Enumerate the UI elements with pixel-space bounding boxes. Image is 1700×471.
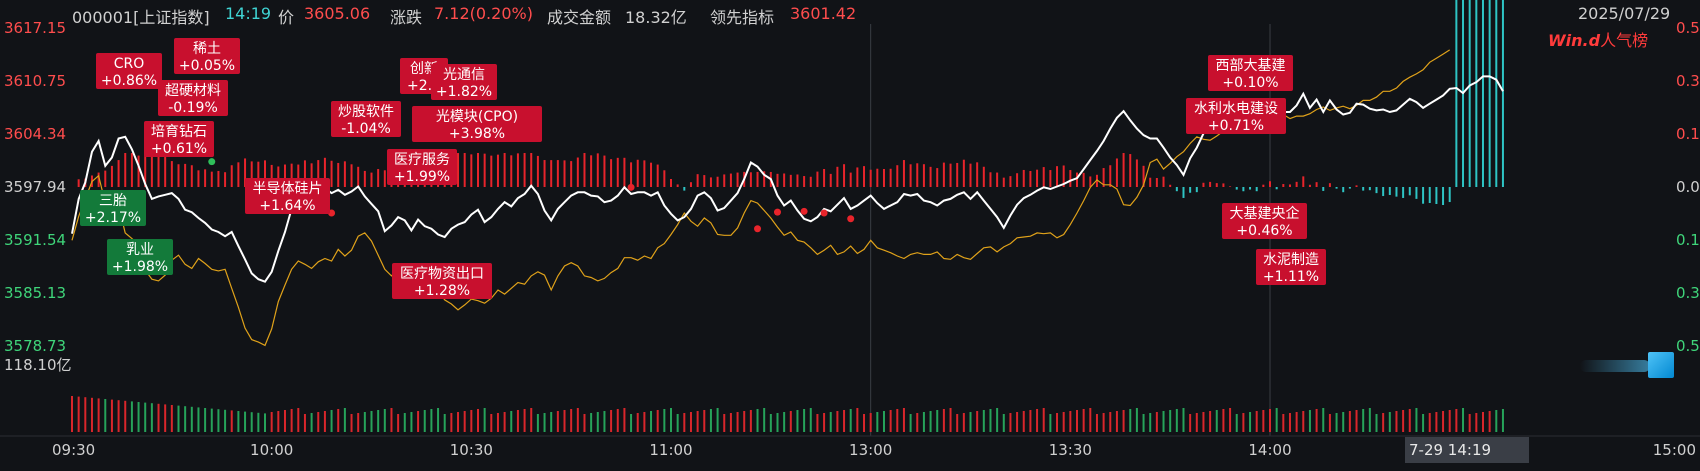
volume-bars (71, 396, 1504, 432)
y-tick-left: 3610.75 (4, 72, 66, 90)
sector-tag: 水泥制造+1.11% (1256, 249, 1326, 285)
y-tick-right: 0.1 (1676, 231, 1700, 249)
sector-change: +0.71% (1208, 118, 1264, 134)
floating-widget-icon[interactable] (1648, 352, 1674, 378)
sector-name: 光通信 (443, 67, 485, 83)
intraday-chart[interactable]: 3617.15 3610.75 3604.34 3597.94 3591.54 3585.… (0, 0, 1700, 471)
y-tick-right: 0.0 (1676, 178, 1700, 196)
sector-tag: 半导体硅片+1.64% (245, 178, 330, 214)
sector-change: +1.98% (112, 259, 168, 275)
sector-name: 炒股软件 (338, 104, 394, 120)
y-tick-left: 3604.34 (4, 125, 66, 143)
sector-tag: 光通信+1.82% (431, 64, 497, 100)
volume-scale-label: 118.10亿 (4, 356, 72, 374)
breadth-bars (77, 0, 1504, 205)
x-tick: 14:00 (1248, 441, 1291, 459)
event-dot (754, 225, 762, 233)
sector-tag: 医疗服务+1.99% (387, 149, 457, 185)
sector-name: 三胎 (99, 193, 127, 209)
sector-name: 半导体硅片 (253, 181, 323, 197)
sector-change: +0.05% (179, 58, 235, 74)
x-tick: 15:00 (1653, 441, 1696, 459)
sector-change: +0.46% (1236, 223, 1292, 239)
x-tick: 11:00 (649, 441, 692, 459)
sector-change: +2.17% (85, 210, 141, 226)
scroll-streak (1580, 360, 1650, 372)
event-dot (627, 183, 635, 191)
sector-tag: 大基建央企+0.46% (1222, 203, 1307, 239)
sector-change: +0.61% (151, 141, 207, 157)
y-axis-right: 0.5 0.3 0.1 0.0 0.1 0.3 0.5 (1676, 19, 1700, 355)
x-tick: 10:30 (450, 441, 493, 459)
sector-name: 大基建央企 (1230, 205, 1300, 222)
y-tick-right: 0.5 (1676, 337, 1700, 355)
grid (0, 24, 1700, 437)
event-dot (773, 208, 781, 216)
sector-change: +1.64% (259, 198, 315, 214)
sector-tag: 水利水电建设+0.71% (1186, 98, 1286, 134)
sector-tag: 培育钻石+0.61% (144, 121, 214, 157)
y-tick-left: 3585.13 (4, 284, 66, 302)
sector-name: 医疗物资出口 (400, 266, 484, 282)
sector-name: 乳业 (126, 242, 154, 258)
sector-change: +1.28% (414, 283, 470, 299)
sector-tag: 乳业+1.98% (107, 239, 173, 275)
sector-change: +1.11% (1263, 269, 1319, 285)
sector-tag: 医疗物资出口+1.28% (392, 263, 492, 299)
y-tick-left: 3591.54 (4, 231, 66, 249)
y-tick-right: 0.3 (1676, 72, 1700, 90)
event-dot (208, 158, 216, 166)
sector-name: 培育钻石 (151, 124, 207, 140)
event-dot (820, 209, 828, 217)
x-tick: 10:00 (250, 441, 293, 459)
sector-tag: 光模块(CPO)+3.98% (412, 106, 542, 142)
sector-name: 光模块(CPO) (436, 109, 518, 125)
event-dot (800, 207, 808, 215)
x-tick: 13:30 (1049, 441, 1092, 459)
crosshair-time-label: 7-29 14:19 (1405, 437, 1529, 463)
sector-tag: CRO+0.86% (96, 53, 162, 89)
sector-change: -1.04% (341, 121, 391, 137)
sector-name: 稀土 (193, 41, 221, 57)
x-tick: 09:30 (52, 441, 95, 459)
sector-tag: 西部大基建+0.10% (1208, 55, 1293, 91)
y-tick-right: 0.5 (1676, 19, 1700, 37)
sector-name: 水泥制造 (1263, 252, 1319, 268)
y-tick-left: 3597.94 (4, 178, 66, 196)
y-tick-right: 0.1 (1676, 125, 1700, 143)
sector-name: 水利水电建设 (1194, 101, 1278, 117)
x-tick: 13:00 (849, 441, 892, 459)
sector-change: +0.86% (101, 73, 157, 89)
y-tick-left: 3617.15 (4, 19, 66, 37)
y-tick-left: 3578.73 (4, 337, 66, 355)
y-tick-right: 0.3 (1676, 284, 1700, 302)
sector-tag: 稀土+0.05% (174, 38, 240, 74)
sector-change: +1.82% (436, 84, 492, 100)
sector-tag: 超硬材料-0.19% (158, 80, 228, 116)
sector-tag: 炒股软件-1.04% (331, 101, 401, 137)
sector-change: +3.98% (449, 126, 505, 142)
y-axis-left: 3617.15 3610.75 3604.34 3597.94 3591.54 3585.… (4, 19, 66, 355)
sector-name: CRO (114, 56, 145, 72)
sector-tag: 三胎+2.17% (80, 190, 146, 226)
sector-change: +0.10% (1222, 75, 1278, 91)
event-dot (847, 215, 855, 223)
sector-annotations: CRO+0.86%稀土+0.05%超硬材料-0.19%培育钻石+0.61%三胎+… (80, 38, 1326, 299)
sector-name: 超硬材料 (165, 83, 221, 99)
sector-change: +1.99% (394, 169, 450, 185)
sector-name: 医疗服务 (394, 152, 450, 168)
sector-change: -0.19% (168, 100, 218, 116)
sector-name: 西部大基建 (1216, 57, 1286, 74)
